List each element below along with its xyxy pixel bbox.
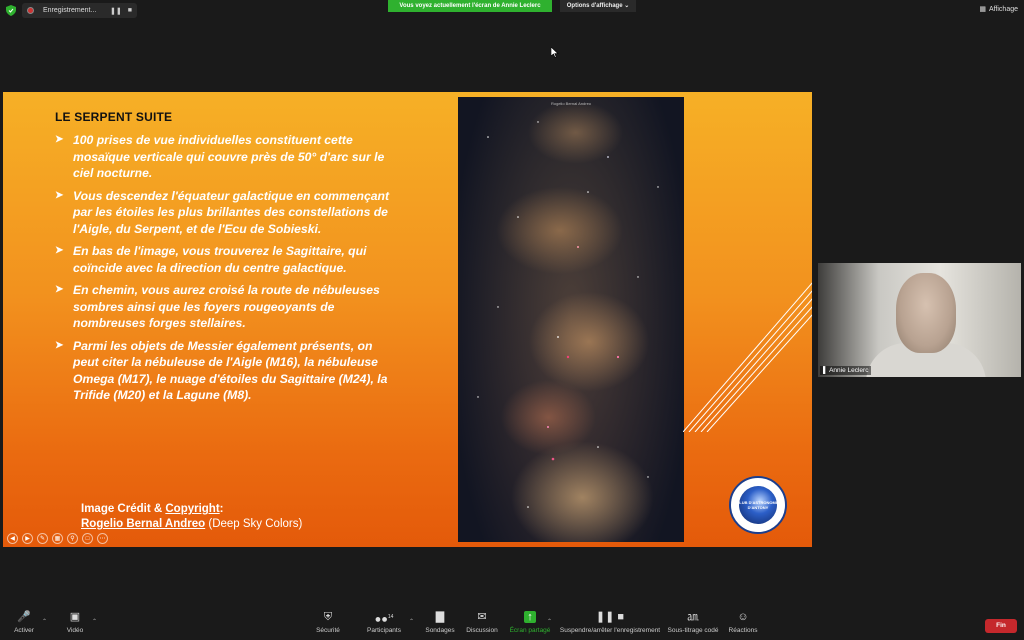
- image-credit: Image Crédit & Copyright: Rogelio Bernal…: [81, 502, 302, 532]
- bullet-text: Parmi les objets de Messier également pr…: [73, 338, 388, 403]
- bullet-item: ➤ En bas de l'image, vous trouverez le Sa…: [55, 243, 400, 276]
- more-icon[interactable]: ⋯: [97, 533, 108, 544]
- smiley-icon: ☺: [737, 611, 749, 623]
- polls-label: Sondages: [425, 627, 455, 634]
- grid-icon: ▦: [979, 6, 986, 13]
- copyright-link[interactable]: Copyright: [165, 503, 219, 515]
- club-logo: CLUB D'ASTRONOMIE D'ANTONY: [729, 476, 787, 534]
- arrow-bullet-icon: ➤: [55, 189, 64, 201]
- bullet-text: 100 prises de vue individuelles constitu…: [73, 133, 385, 180]
- muted-mic-icon: 🎤: [17, 611, 31, 623]
- bullet-text: En chemin, vous aurez croisé la route de…: [73, 283, 380, 330]
- credit-prefix: Image Crédit &: [81, 503, 166, 515]
- security-button[interactable]: ⛨ Sécurité: [310, 610, 346, 634]
- meeting-toolbar: 🎤 Activer ⌃ ▣ Vidéo ⌃ ⛨ Sécurité ●●14 Pa…: [0, 606, 1024, 640]
- participant-name-text: Annie Leclerc: [829, 367, 869, 374]
- person-head: [896, 273, 956, 353]
- pause-stop-icon: ❚❚ ■: [595, 611, 625, 623]
- record-dot-icon: [27, 7, 34, 14]
- chevron-up-icon[interactable]: ⌃: [92, 618, 97, 625]
- subtitle-icon[interactable]: □: [82, 533, 93, 544]
- captions-button[interactable]: ㏂ Sous-titrage codé: [666, 610, 720, 634]
- share-label: Écran partagé: [509, 627, 551, 634]
- end-meeting-button[interactable]: Fin: [985, 619, 1017, 633]
- video-label: Vidéo: [66, 627, 84, 634]
- recording-controls-button[interactable]: ❚❚ ■ Suspendre/arrêter l'enregistrement: [558, 610, 662, 634]
- next-slide-icon[interactable]: ▶: [22, 533, 33, 544]
- zoom-icon[interactable]: ⚲: [67, 533, 78, 544]
- prev-slide-icon[interactable]: ◀: [7, 533, 18, 544]
- reactions-button[interactable]: ☺ Réactions: [726, 610, 760, 634]
- bullet-list: ➤ 100 prises de vue individuelles constit…: [55, 132, 400, 410]
- bullet-item: ➤ En chemin, vous aurez croisé la route d…: [55, 282, 400, 332]
- pen-icon[interactable]: ✎: [37, 533, 48, 544]
- participant-name: ▌ Annie Leclerc: [820, 366, 872, 375]
- chat-button[interactable]: ✉ Discussion: [464, 610, 500, 634]
- view-options-label: Options d'affichage: [566, 3, 623, 9]
- unmute-button[interactable]: 🎤 Activer: [8, 610, 40, 634]
- mouse-cursor-icon: [551, 47, 559, 58]
- decorative-lines: [683, 282, 812, 432]
- view-label: Affichage: [988, 5, 1018, 13]
- reactions-label: Réactions: [728, 627, 758, 634]
- unmute-label: Activer: [14, 627, 34, 634]
- slides-icon[interactable]: ▦: [52, 533, 63, 544]
- arrow-bullet-icon: ➤: [55, 134, 64, 145]
- chat-icon: ✉: [477, 611, 487, 623]
- slide-controls: ◀ ▶ ✎ ▦ ⚲ □ ⋯: [7, 533, 108, 544]
- credit-source: (Deep Sky Colors): [205, 518, 303, 530]
- arrow-bullet-icon: ➤: [55, 284, 64, 295]
- pause-icon[interactable]: ❚❚: [110, 7, 122, 15]
- bullet-text: Vous descendez l'équateur galactique en …: [73, 188, 390, 236]
- bullet-item: ➤ Parmi les objets de Messier également p…: [55, 338, 400, 404]
- chevron-up-icon[interactable]: ⌃: [547, 618, 552, 625]
- participants-label: Participants: [367, 627, 401, 634]
- participant-video[interactable]: ▌ Annie Leclerc: [818, 263, 1021, 377]
- captions-label: Sous-titrage codé: [667, 627, 719, 634]
- chevron-up-icon[interactable]: ⌃: [409, 618, 414, 625]
- arrow-bullet-icon: ➤: [55, 245, 64, 256]
- shield-icon: ⛨: [323, 611, 333, 623]
- arrow-bullet-icon: ➤: [55, 339, 64, 351]
- shared-slide: LE SERPENT SUITE ➤ 100 prises de vue indi…: [3, 92, 812, 547]
- logo-text: CLUB D'ASTRONOMIE D'ANTONY: [736, 500, 780, 510]
- chevron-up-icon[interactable]: ⌃: [42, 618, 47, 625]
- credit-colon: :: [219, 503, 224, 515]
- participants-icon: ●●14: [374, 613, 394, 626]
- star-field: [477, 121, 659, 508]
- bullet-text: En bas de l'image, vous trouverez le Sag…: [73, 244, 367, 275]
- author-link[interactable]: Rogelio Bernal Andreo: [81, 518, 205, 530]
- polls-button[interactable]: ▇ Sondages: [422, 610, 458, 634]
- video-button[interactable]: ▣ Vidéo: [60, 610, 90, 634]
- security-label: Sécurité: [316, 627, 340, 634]
- bullet-item: ➤ Vous descendez l'équateur galactique en…: [55, 188, 400, 238]
- share-screen-icon: ↑: [508, 610, 552, 624]
- shield-icon[interactable]: [6, 5, 16, 16]
- view-button[interactable]: ▦ Affichage: [979, 5, 1018, 14]
- share-screen-button[interactable]: ↑ Écran partagé: [508, 610, 552, 634]
- record-label: Suspendre/arrêter l'enregistrement: [559, 627, 661, 634]
- view-options-button[interactable]: Options d'affichage ⌄: [560, 0, 636, 12]
- cc-icon: ㏂: [687, 611, 699, 623]
- screen-share-banner: Vous voyez actuellement l'écran de Annie…: [388, 0, 552, 12]
- recording-indicator[interactable]: Enregistrement... ❚❚ ■: [22, 3, 137, 18]
- stop-icon[interactable]: ■: [128, 7, 132, 14]
- poll-icon: ▇: [435, 611, 445, 623]
- video-off-icon: ▣: [69, 611, 81, 623]
- participants-button[interactable]: ●●14 Participants: [362, 610, 406, 634]
- slide-title: LE SERPENT SUITE: [55, 110, 173, 124]
- bullet-item: ➤ 100 prises de vue individuelles constit…: [55, 132, 400, 182]
- zoom-window: Enregistrement... ❚❚ ■ Vous voyez actuel…: [0, 0, 1024, 640]
- milky-way-mosaic-image: Rogelio Bernal Andreo: [458, 97, 684, 542]
- recording-label: Enregistrement...: [43, 7, 97, 14]
- participants-count: 14: [387, 614, 394, 620]
- chat-label: Discussion: [466, 627, 498, 634]
